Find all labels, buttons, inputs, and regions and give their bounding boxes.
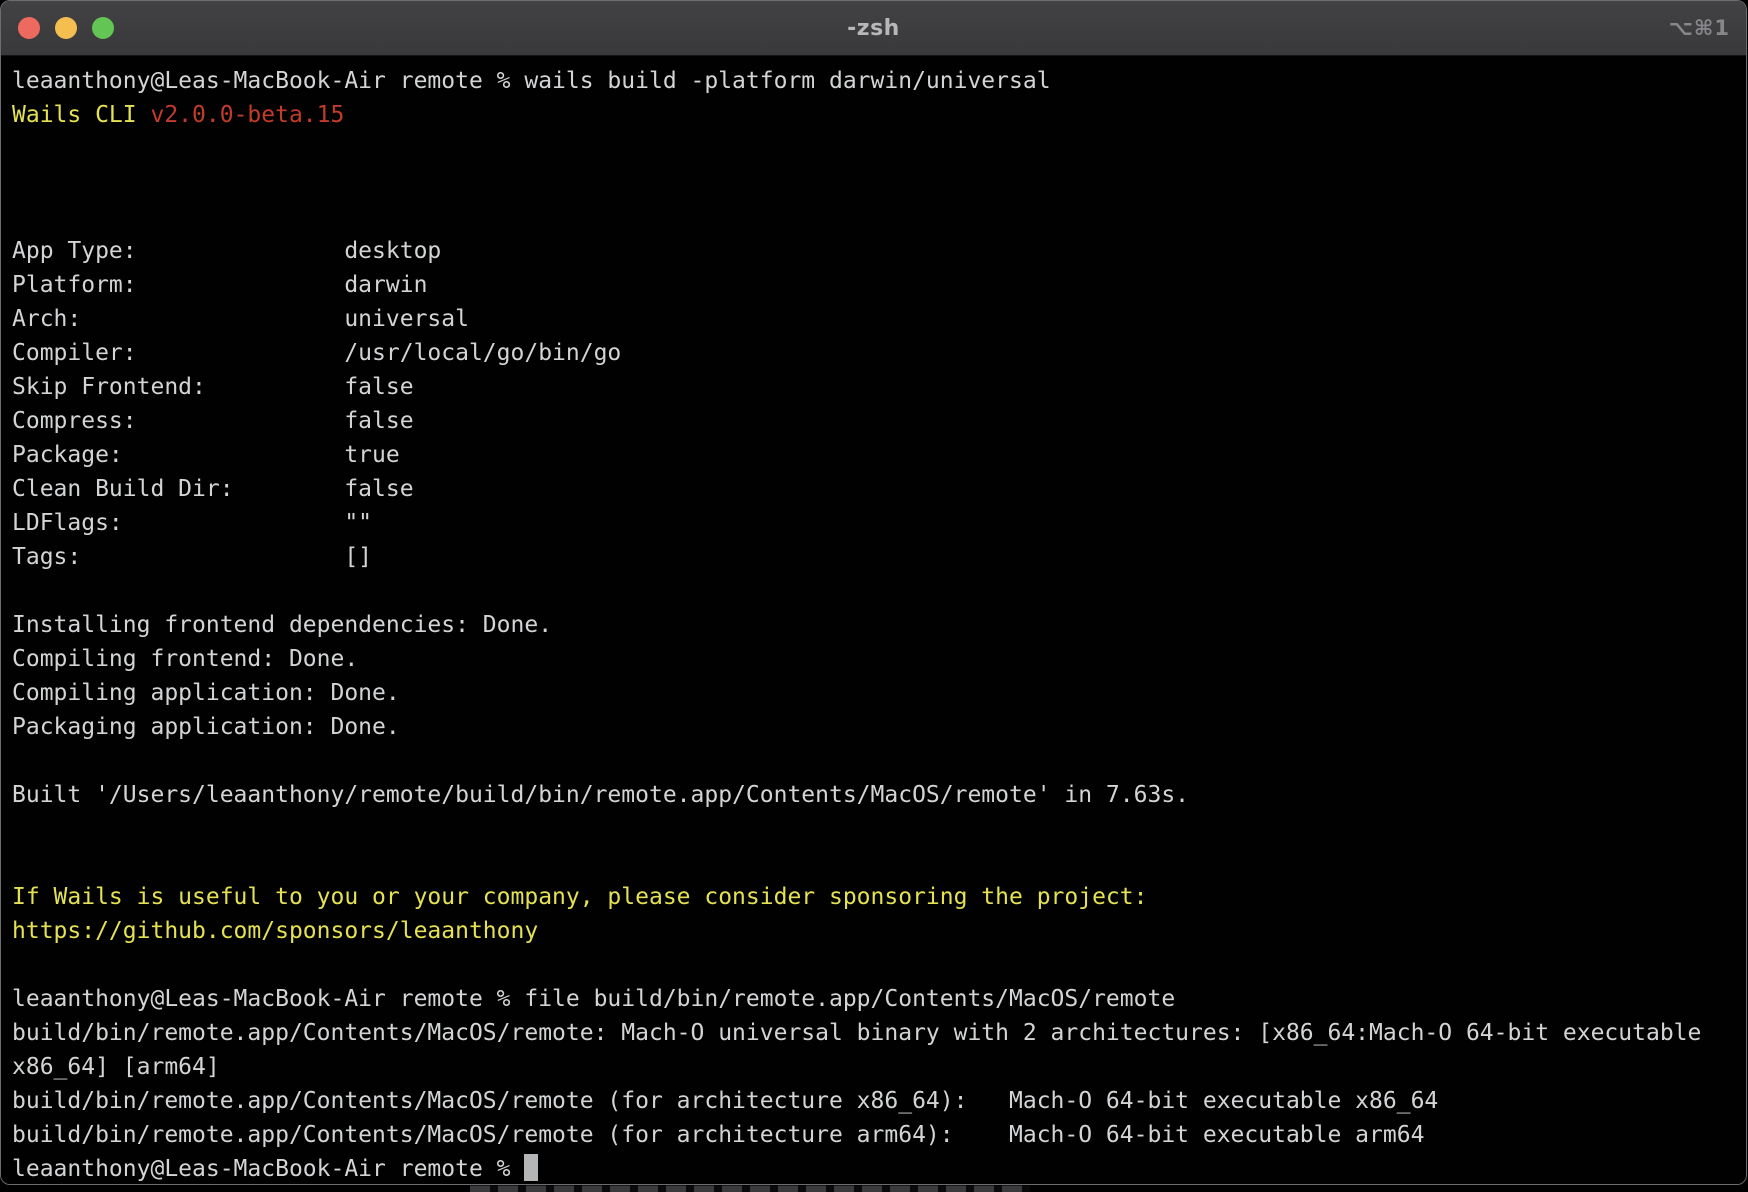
terminal-line: Compiling application: Done. [12, 676, 1736, 710]
terminal-line: App Type: desktop [12, 234, 1736, 268]
terminal-line: Tags: [] [12, 540, 1736, 574]
text-segment: Platform: darwin [12, 272, 427, 298]
terminal-line: Built '/Users/leaanthony/remote/build/bi… [12, 778, 1736, 812]
text-segment: x86_64] [arm64] [12, 1054, 220, 1080]
text-segment: leaanthony@Leas-MacBook-Air remote % wai… [12, 68, 1051, 94]
terminal-line [12, 846, 1736, 880]
terminal-line: https://github.com/sponsors/leaanthony [12, 914, 1736, 948]
text-segment: LDFlags: "" [12, 510, 372, 536]
terminal-line: build/bin/remote.app/Contents/MacOS/remo… [12, 1016, 1736, 1050]
terminal-line [12, 200, 1736, 234]
terminal-line [12, 132, 1736, 166]
text-segment: Compiling frontend: Done. [12, 646, 358, 672]
terminal-line: Compiler: /usr/local/go/bin/go [12, 336, 1736, 370]
text-segment: leaanthony@Leas-MacBook-Air remote % [12, 1156, 524, 1182]
text-segment: Tags: [] [12, 544, 372, 570]
text-segment: build/bin/remote.app/Contents/MacOS/remo… [12, 1020, 1701, 1046]
close-button[interactable] [18, 17, 40, 39]
tab-shortcut-label: ⌥⌘1 [1669, 16, 1730, 40]
traffic-light-buttons [18, 17, 114, 39]
terminal-line: Arch: universal [12, 302, 1736, 336]
zoom-button[interactable] [92, 17, 114, 39]
text-segment: build/bin/remote.app/Contents/MacOS/remo… [12, 1122, 1424, 1148]
terminal-line [12, 574, 1736, 608]
terminal-line [12, 166, 1736, 200]
text-segment: Compiling application: Done. [12, 680, 400, 706]
text-segment: https://github.com/sponsors/leaanthony [12, 918, 538, 944]
text-segment: Compress: false [12, 408, 414, 434]
terminal-line: Skip Frontend: false [12, 370, 1736, 404]
text-segment: If Wails is useful to you or your compan… [12, 884, 1147, 910]
text-segment: Clean Build Dir: false [12, 476, 414, 502]
text-segment: Built '/Users/leaanthony/remote/build/bi… [12, 782, 1189, 808]
terminal-line [12, 812, 1736, 846]
terminal-line: Package: true [12, 438, 1736, 472]
terminal-line: build/bin/remote.app/Contents/MacOS/remo… [12, 1084, 1736, 1118]
terminal-line [12, 744, 1736, 778]
terminal-line: Wails CLI v2.0.0-beta.15 [12, 98, 1736, 132]
terminal-line: Installing frontend dependencies: Done. [12, 608, 1736, 642]
text-segment: Compiler: /usr/local/go/bin/go [12, 340, 621, 366]
text-segment: Wails CLI [12, 102, 150, 128]
minimize-button[interactable] [55, 17, 77, 39]
text-segment: Skip Frontend: false [12, 374, 414, 400]
terminal-line: x86_64] [arm64] [12, 1050, 1736, 1084]
text-segment: v2.0.0-beta.15 [150, 102, 344, 128]
text-segment: Installing frontend dependencies: Done. [12, 612, 552, 638]
terminal-line: leaanthony@Leas-MacBook-Air remote % fil… [12, 982, 1736, 1016]
text-segment: App Type: desktop [12, 238, 441, 264]
text-segment: Arch: universal [12, 306, 469, 332]
terminal-line: Compress: false [12, 404, 1736, 438]
terminal-line: If Wails is useful to you or your compan… [12, 880, 1736, 914]
terminal-line [12, 948, 1736, 982]
terminal-line: leaanthony@Leas-MacBook-Air remote % wai… [12, 64, 1736, 98]
terminal-line: leaanthony@Leas-MacBook-Air remote % [12, 1152, 1736, 1185]
window-titlebar[interactable]: -zsh ⌥⌘1 [1, 1, 1746, 56]
text-segment: Package: true [12, 442, 400, 468]
terminal-line: Packaging application: Done. [12, 710, 1736, 744]
text-segment: Packaging application: Done. [12, 714, 400, 740]
terminal-window: -zsh ⌥⌘1 leaanthony@Leas-MacBook-Air rem… [0, 0, 1747, 1185]
terminal-cursor [524, 1154, 538, 1181]
terminal-line: Compiling frontend: Done. [12, 642, 1736, 676]
terminal-output[interactable]: leaanthony@Leas-MacBook-Air remote % wai… [1, 56, 1746, 1185]
terminal-line: Platform: darwin [12, 268, 1736, 302]
text-segment: build/bin/remote.app/Contents/MacOS/remo… [12, 1088, 1438, 1114]
terminal-line: LDFlags: "" [12, 506, 1736, 540]
terminal-line: Clean Build Dir: false [12, 472, 1736, 506]
terminal-line: build/bin/remote.app/Contents/MacOS/remo… [12, 1118, 1736, 1152]
text-segment: leaanthony@Leas-MacBook-Air remote % fil… [12, 986, 1175, 1012]
window-title: -zsh [1, 16, 1746, 41]
